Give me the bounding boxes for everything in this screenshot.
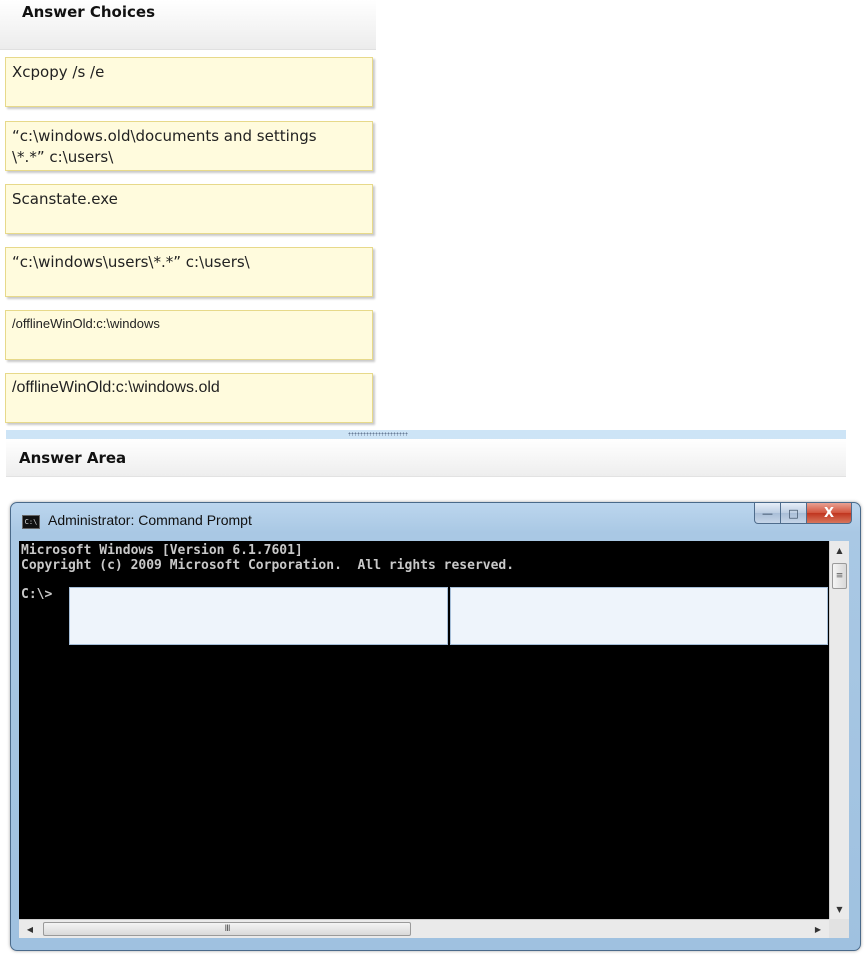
command-prompt: C:\> (21, 587, 53, 602)
horizontal-scroll-thumb[interactable]: III (43, 922, 411, 936)
scroll-up-icon[interactable]: ▲ (830, 542, 849, 559)
close-button[interactable]: X (807, 503, 852, 524)
minimize-button[interactable]: — (754, 503, 781, 524)
horizontal-scrollbar[interactable]: ◀ III ▶ (19, 919, 829, 938)
choice-offline-windows[interactable]: /offlineWinOld:c:\windows (5, 310, 373, 360)
cmd-window-icon: C:\ (22, 515, 40, 529)
scrollbar-corner (829, 919, 849, 938)
vertical-scroll-thumb[interactable]: ≡ (832, 563, 847, 589)
console-area: Microsoft Windows [Version 6.1.7601] Cop… (19, 541, 829, 919)
splitter-grip-icon[interactable] (348, 432, 408, 436)
choice-offline-windows-old[interactable]: /offlineWinOld:c:\windows.old (5, 373, 373, 423)
choice-scanstate[interactable]: Scanstate.exe (5, 184, 373, 234)
window-controls: — □ X (754, 503, 852, 525)
answer-area-title: Answer Area (19, 449, 127, 467)
answer-drop-target-2[interactable] (450, 587, 828, 645)
choice-windows-old-documents-path[interactable]: “c:\windows.old\documents and settings \… (5, 121, 373, 171)
scroll-down-icon[interactable]: ▼ (830, 901, 849, 918)
pane-splitter[interactable] (6, 430, 846, 439)
console-output: Microsoft Windows [Version 6.1.7601] Cop… (21, 543, 515, 573)
scroll-right-icon[interactable]: ▶ (809, 920, 827, 938)
answer-choices-title: Answer Choices (22, 3, 155, 21)
choice-xcopy[interactable]: Xcpopy /s /e (5, 57, 373, 107)
choice-windows-users-path[interactable]: “c:\windows\users\*.*” c:\users\ (5, 247, 373, 297)
answer-area-header: Answer Area (6, 439, 846, 477)
answer-choices-header: Answer Choices (0, 0, 376, 50)
scroll-left-icon[interactable]: ◀ (21, 920, 39, 938)
command-prompt-window: C:\ Administrator: Command Prompt — □ X … (10, 502, 861, 951)
answer-drop-target-1[interactable] (69, 587, 448, 645)
window-title: Administrator: Command Prompt (48, 512, 252, 528)
maximize-button[interactable]: □ (781, 503, 807, 524)
vertical-scrollbar[interactable]: ▲ ≡ ▼ (829, 541, 849, 919)
